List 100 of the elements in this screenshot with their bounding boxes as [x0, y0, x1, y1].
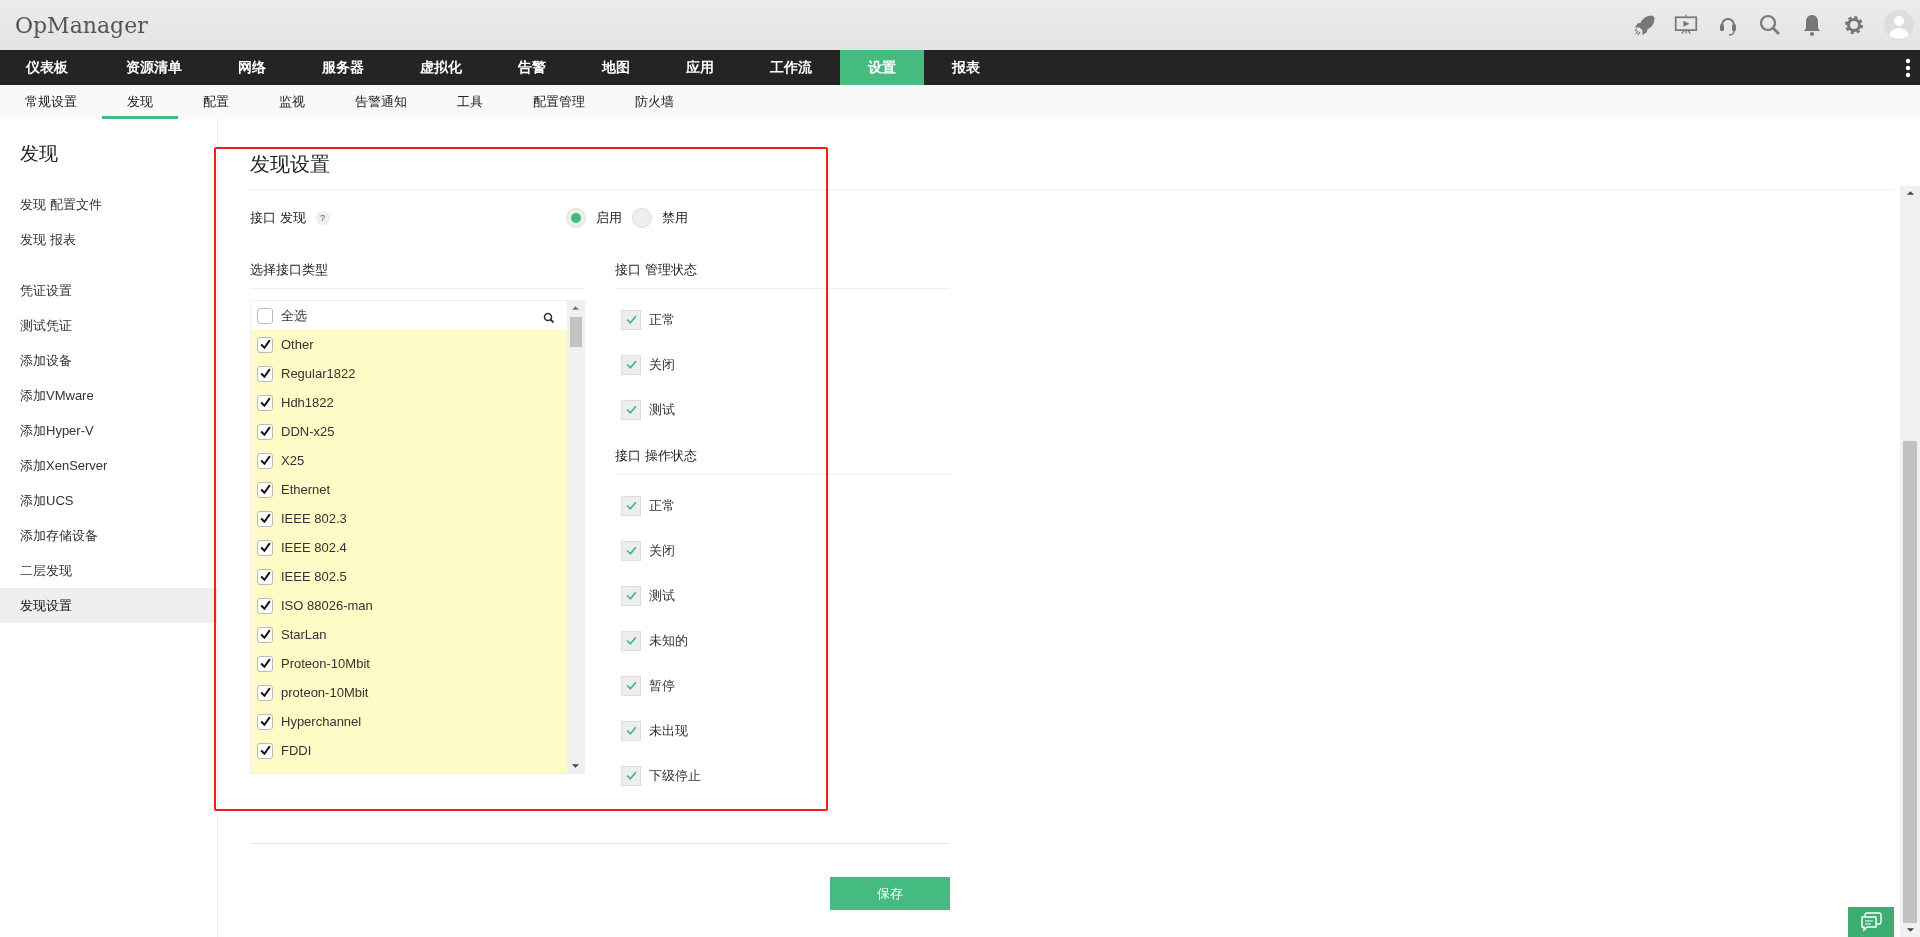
checkbox-label: Hyperchannel: [281, 714, 362, 729]
sidebar-title: 发现: [19, 142, 59, 166]
check-icon: [258, 483, 272, 496]
rocket-icon[interactable]: [1632, 13, 1656, 37]
sidebar-item[interactable]: 添加Hyper-V: [0, 413, 217, 448]
checkbox-label: 测试: [649, 400, 675, 419]
sidebar-item[interactable]: 凭证设置: [0, 273, 217, 308]
checkbox[interactable]: [257, 307, 273, 324]
settings-icon[interactable]: [1842, 13, 1866, 37]
check-icon: [624, 544, 638, 557]
checkbox[interactable]: [257, 394, 273, 411]
check-icon: [258, 686, 272, 699]
nav-tab[interactable]: 虚拟化: [392, 50, 490, 85]
check-icon: [624, 313, 638, 326]
sub-nav-tab[interactable]: 防火墙: [610, 85, 699, 119]
sidebar-item[interactable]: 添加XenServer: [0, 448, 217, 483]
check-icon: [258, 628, 272, 641]
page-title: 发现设置: [250, 152, 331, 177]
check-icon: [258, 454, 272, 467]
checkbox[interactable]: [257, 539, 273, 556]
checkbox[interactable]: [621, 630, 641, 651]
sub-nav-tab[interactable]: 常规设置: [0, 85, 102, 119]
checkbox[interactable]: [621, 540, 641, 561]
down-arrow-icon[interactable]: [1905, 927, 1915, 933]
checkbox[interactable]: [621, 720, 641, 741]
radio-button[interactable]: [566, 208, 586, 228]
nav-tab[interactable]: 地图: [574, 50, 658, 85]
chat-button[interactable]: [1848, 907, 1894, 937]
sidebar-item[interactable]: 二层发现: [0, 553, 217, 588]
checkbox[interactable]: [257, 481, 273, 498]
help-icon[interactable]: ?: [315, 211, 330, 225]
down-arrow-icon[interactable]: [571, 763, 580, 769]
search-icon[interactable]: [543, 311, 555, 324]
nav-tab[interactable]: 网络: [210, 50, 294, 85]
radio-label: 禁用: [662, 209, 688, 227]
checkbox[interactable]: [257, 713, 273, 730]
sidebar-item[interactable]: 发现 报表: [0, 222, 217, 257]
check-icon: [624, 358, 638, 371]
radio-button[interactable]: [632, 208, 652, 228]
sidebar-item[interactable]: 添加VMware: [0, 378, 217, 413]
check-icon: [624, 769, 638, 782]
nav-tab[interactable]: 告警: [490, 50, 574, 85]
nav-tab[interactable]: 仪表板: [0, 50, 98, 85]
checkbox-label: proteon-10Mbit: [281, 685, 369, 700]
check-icon: [258, 715, 272, 728]
checkbox[interactable]: [257, 336, 273, 353]
nav-tab[interactable]: 应用: [658, 50, 742, 85]
scrollbar-thumb[interactable]: [1903, 441, 1917, 923]
checkbox-label: 下级停止: [649, 766, 701, 785]
check-icon: [258, 570, 272, 583]
sub-nav-tab[interactable]: 监视: [254, 85, 330, 119]
radio-label: 启用: [596, 209, 622, 227]
scrollbar-thumb[interactable]: [569, 317, 582, 347]
checkbox[interactable]: [257, 742, 273, 759]
checkbox[interactable]: [621, 309, 641, 330]
checkbox[interactable]: [621, 354, 641, 375]
checkbox[interactable]: [621, 585, 641, 606]
check-icon: [258, 512, 272, 525]
up-arrow-icon[interactable]: [571, 305, 580, 311]
nav-tab[interactable]: 服务器: [294, 50, 392, 85]
checkbox[interactable]: [257, 626, 273, 643]
nav-tab[interactable]: 资源清单: [98, 50, 210, 85]
checkbox[interactable]: [621, 399, 641, 420]
sidebar-item[interactable]: 发现设置: [0, 588, 217, 623]
sub-nav-tab[interactable]: 配置管理: [508, 85, 610, 119]
sidebar-item[interactable]: 发现 配置文件: [0, 187, 217, 222]
checkbox[interactable]: [257, 568, 273, 585]
sub-nav-tab[interactable]: 告警通知: [330, 85, 432, 119]
checkbox[interactable]: [257, 452, 273, 469]
checkbox[interactable]: [621, 765, 641, 786]
scrollbar[interactable]: [1900, 186, 1920, 937]
checkbox-label: 未知的: [649, 631, 688, 650]
checkbox[interactable]: [257, 655, 273, 672]
nav-tab[interactable]: 工作流: [742, 50, 840, 85]
sidebar-item[interactable]: 测试凭证: [0, 308, 217, 343]
checkbox[interactable]: [257, 684, 273, 701]
sidebar-item[interactable]: 添加设备: [0, 343, 217, 378]
check-icon: [258, 396, 272, 409]
more-icon[interactable]: [1905, 58, 1911, 78]
checkbox[interactable]: [257, 510, 273, 527]
checkbox[interactable]: [257, 597, 273, 614]
sub-nav-tab[interactable]: 工具: [432, 85, 508, 119]
sub-nav-tab[interactable]: 配置: [178, 85, 254, 119]
presentation-icon[interactable]: [1674, 13, 1698, 37]
scrollbar[interactable]: [567, 301, 584, 773]
checkbox[interactable]: [621, 675, 641, 696]
check-icon: [624, 589, 638, 602]
checkbox-label: Proteon-10Mbit: [281, 656, 370, 671]
chat-icon: [1859, 912, 1883, 932]
checkbox[interactable]: [621, 495, 641, 516]
up-arrow-icon[interactable]: [1905, 190, 1915, 196]
sidebar-item[interactable]: 添加存储设备: [0, 518, 217, 553]
sidebar-item[interactable]: 添加UCS: [0, 483, 217, 518]
nav-tab[interactable]: 报表: [924, 50, 1008, 85]
checkbox-label: 关闭: [649, 355, 675, 374]
field-label: 接口 发现: [250, 209, 306, 227]
checkbox-label: 暂停: [649, 676, 675, 695]
checkbox[interactable]: [257, 365, 273, 382]
checkbox[interactable]: [257, 423, 273, 440]
checkbox-label: Ethernet: [281, 482, 331, 497]
